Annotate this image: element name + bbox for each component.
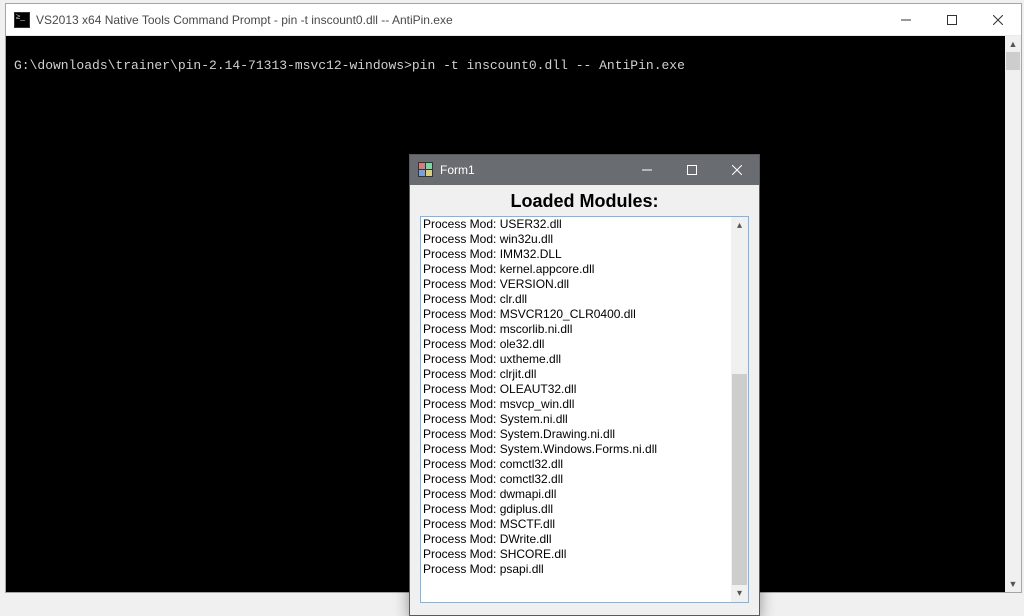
form1-titlebar[interactable]: Form1 xyxy=(410,155,759,185)
scroll-track[interactable] xyxy=(1005,52,1021,576)
modules-listbox[interactable]: Process Mod: USER32.dllProcess Mod: win3… xyxy=(421,217,731,602)
cmd-prompt-line: G:\downloads\trainer\pin-2.14-71313-msvc… xyxy=(6,36,1021,73)
list-item[interactable]: Process Mod: uxtheme.dll xyxy=(423,352,729,367)
cmd-body[interactable]: G:\downloads\trainer\pin-2.14-71313-msvc… xyxy=(6,36,1021,592)
list-item[interactable]: Process Mod: kernel.appcore.dll xyxy=(423,262,729,277)
form1-window: Form1 Loaded Modules: Process Mod: U xyxy=(409,154,760,616)
list-item[interactable]: Process Mod: System.ni.dll xyxy=(423,412,729,427)
list-item[interactable]: Process Mod: System.Windows.Forms.ni.dll xyxy=(423,442,729,457)
cmd-titlebar[interactable]: VS2013 x64 Native Tools Command Prompt -… xyxy=(6,4,1021,36)
listbox-scrollbar[interactable]: ▴ ▾ xyxy=(731,217,748,602)
list-scroll-track[interactable] xyxy=(731,234,748,585)
list-item[interactable]: Process Mod: System.Drawing.ni.dll xyxy=(423,427,729,442)
list-item[interactable]: Process Mod: MSCTF.dll xyxy=(423,517,729,532)
form1-close-button[interactable] xyxy=(714,155,759,185)
scroll-down-icon[interactable]: ▼ xyxy=(1005,576,1021,592)
list-item[interactable]: Process Mod: OLEAUT32.dll xyxy=(423,382,729,397)
list-item[interactable]: Process Mod: SHCORE.dll xyxy=(423,547,729,562)
list-item[interactable]: Process Mod: mscorlib.ni.dll xyxy=(423,322,729,337)
list-item[interactable]: Process Mod: IMM32.DLL xyxy=(423,247,729,262)
scroll-thumb[interactable] xyxy=(1006,52,1020,70)
maximize-button[interactable] xyxy=(929,4,975,35)
list-item[interactable]: Process Mod: clrjit.dll xyxy=(423,367,729,382)
list-item[interactable]: Process Mod: comctl32.dll xyxy=(423,472,729,487)
loaded-modules-heading: Loaded Modules: xyxy=(420,191,749,212)
form1-window-controls xyxy=(624,155,759,185)
form1-minimize-button[interactable] xyxy=(624,155,669,185)
cmd-scrollbar[interactable]: ▲ ▼ xyxy=(1005,36,1021,592)
list-scroll-thumb[interactable] xyxy=(732,374,747,585)
close-button[interactable] xyxy=(975,4,1021,35)
form1-title: Form1 xyxy=(440,163,475,177)
list-scroll-up-icon[interactable]: ▴ xyxy=(731,217,748,234)
form1-maximize-button[interactable] xyxy=(669,155,714,185)
scroll-up-icon[interactable]: ▲ xyxy=(1005,36,1021,52)
list-item[interactable]: Process Mod: DWrite.dll xyxy=(423,532,729,547)
list-item[interactable]: Process Mod: dwmapi.dll xyxy=(423,487,729,502)
list-item[interactable]: Process Mod: MSVCR120_CLR0400.dll xyxy=(423,307,729,322)
form-icon xyxy=(418,162,434,178)
list-item[interactable]: Process Mod: msvcp_win.dll xyxy=(423,397,729,412)
list-item[interactable]: Process Mod: ole32.dll xyxy=(423,337,729,352)
list-scroll-down-icon[interactable]: ▾ xyxy=(731,585,748,602)
list-item[interactable]: Process Mod: comctl32.dll xyxy=(423,457,729,472)
cmd-title: VS2013 x64 Native Tools Command Prompt -… xyxy=(36,13,453,27)
list-item[interactable]: Process Mod: psapi.dll xyxy=(423,562,729,577)
cmd-icon xyxy=(14,12,30,28)
form1-body: Loaded Modules: Process Mod: USER32.dllP… xyxy=(410,185,759,615)
list-item[interactable]: Process Mod: clr.dll xyxy=(423,292,729,307)
command-prompt-window: VS2013 x64 Native Tools Command Prompt -… xyxy=(5,3,1022,593)
modules-listbox-wrap: Process Mod: USER32.dllProcess Mod: win3… xyxy=(420,216,749,603)
list-item[interactable]: Process Mod: VERSION.dll xyxy=(423,277,729,292)
list-item[interactable]: Process Mod: gdiplus.dll xyxy=(423,502,729,517)
list-item[interactable]: Process Mod: USER32.dll xyxy=(423,217,729,232)
cmd-window-controls xyxy=(883,4,1021,35)
list-item[interactable]: Process Mod: win32u.dll xyxy=(423,232,729,247)
minimize-button[interactable] xyxy=(883,4,929,35)
